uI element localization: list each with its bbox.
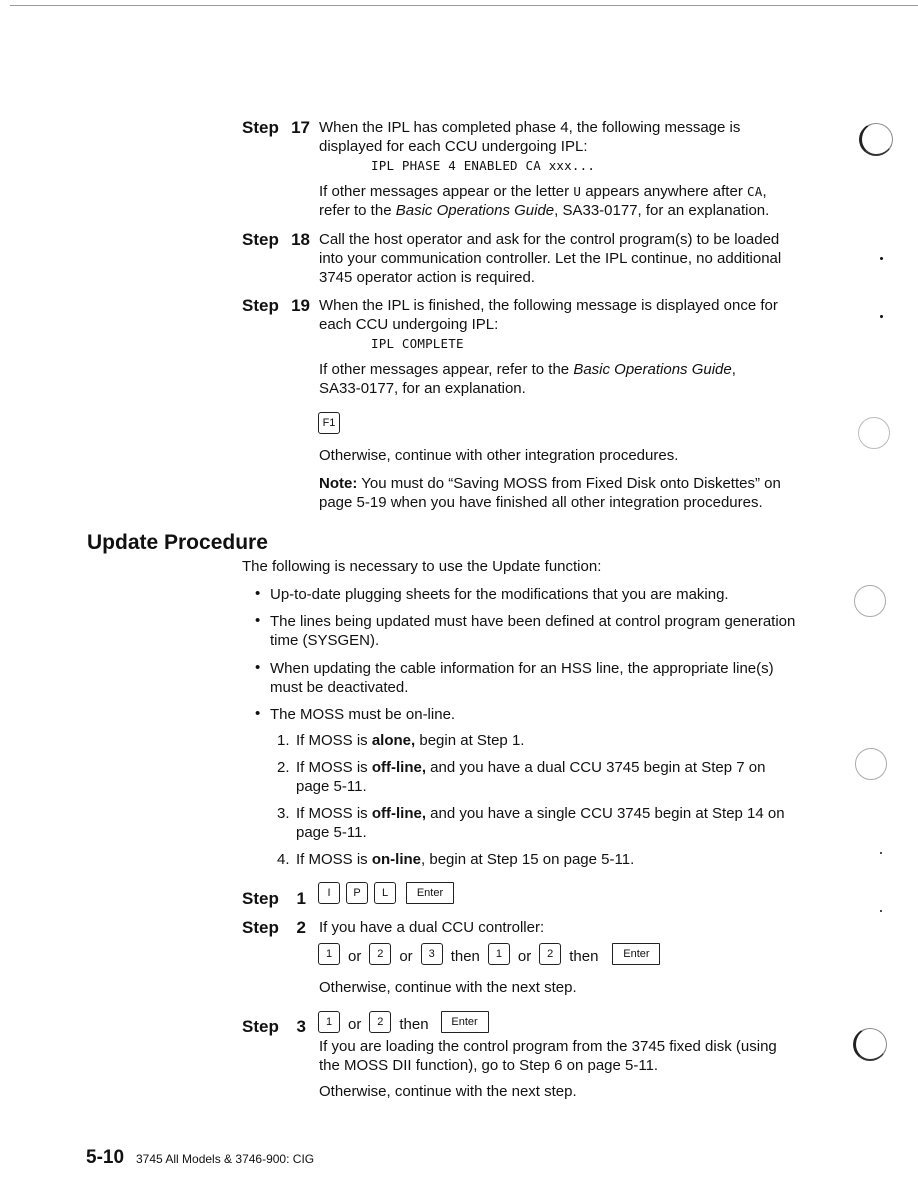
keycap: L xyxy=(374,882,396,904)
keycap: P xyxy=(346,882,368,904)
bullet-text: The lines being updated must have been d… xyxy=(270,613,796,649)
numbered-item: If MOSS is on-line, begin at Step 15 on … xyxy=(296,851,635,868)
doc-reference: Basic Operations Guide xyxy=(395,202,555,219)
otherwise-text: Otherwise, continue with the next step. xyxy=(319,979,577,996)
step-number: 17 xyxy=(291,118,310,137)
binder-hole-icon xyxy=(853,1028,887,1061)
step-text: Call the host operator and ask for the c… xyxy=(319,231,782,286)
keycap: 3 xyxy=(420,942,443,965)
keycap: 2 xyxy=(369,1010,392,1033)
numbered-item: If MOSS is off-line, and you have a sing… xyxy=(296,805,785,841)
keycap: 2 xyxy=(369,942,392,965)
scan-speck xyxy=(880,315,883,318)
bullet-item: • xyxy=(255,659,261,676)
step-followup: If other messages appear, refer to the B… xyxy=(319,361,736,397)
keycap: F1 xyxy=(318,412,340,434)
key-sequence: 1 or 2 then Enter xyxy=(318,1010,489,1033)
numbered-item-num: 1. xyxy=(277,732,290,749)
key-sequence: 1 or 2 or 3 then 1 or 2 then Enter xyxy=(318,942,661,965)
otherwise-text: Otherwise, continue with the next step. xyxy=(319,1083,577,1100)
step-text: When the IPL is finished, the following … xyxy=(319,297,778,333)
keycap-enter: Enter xyxy=(406,882,454,904)
section-heading: Update Procedure xyxy=(87,531,268,554)
keycap-enter: Enter xyxy=(612,942,661,965)
binder-hole-icon xyxy=(858,417,890,449)
scan-speck xyxy=(880,852,882,854)
otherwise-text: Otherwise, continue with other integrati… xyxy=(319,447,679,464)
doc-reference: Basic Operations Guide xyxy=(573,361,732,378)
numbered-item: If MOSS is alone, begin at Step 1. xyxy=(296,732,525,749)
bullet-text: Up-to-date plugging sheets for the modif… xyxy=(270,586,729,603)
step-text: If you have a dual CCU controller: xyxy=(319,919,545,936)
bullet-text: When updating the cable information for … xyxy=(270,660,774,696)
note-label: Note: xyxy=(319,475,358,492)
numbered-item-num: 3. xyxy=(277,805,290,822)
step-label: Step xyxy=(242,918,279,937)
keycap: 2 xyxy=(539,942,562,965)
binder-hole-icon xyxy=(854,585,886,617)
keycap: I xyxy=(318,882,340,904)
scan-speck xyxy=(880,257,883,260)
note: Note: You must do “Saving MOSS from Fixe… xyxy=(319,475,781,511)
step-number: 18 xyxy=(291,230,310,249)
page-number: 5-10 xyxy=(86,1147,125,1168)
bullet-item: • xyxy=(255,705,261,722)
key-f1: F1 xyxy=(318,412,340,434)
step-number: 19 xyxy=(291,296,310,315)
step-label: Step xyxy=(242,1017,279,1036)
keycap-enter: Enter xyxy=(440,1010,489,1033)
key-sequence: I P L Enter xyxy=(318,882,454,904)
bullet-text: The MOSS must be on-line. xyxy=(270,706,456,723)
step-label: Step xyxy=(242,118,279,137)
bullet-item: • xyxy=(255,612,261,629)
binder-hole-icon xyxy=(855,748,887,780)
top-rule xyxy=(10,5,918,6)
bullet-item: • xyxy=(255,585,261,602)
step-number: 3 xyxy=(296,1017,306,1036)
numbered-item: If MOSS is off-line, and you have a dual… xyxy=(296,759,766,795)
scan-speck xyxy=(880,910,882,912)
step-number: 2 xyxy=(296,918,306,937)
numbered-item-num: 2. xyxy=(277,759,290,776)
step-text: If you are loading the control program f… xyxy=(319,1038,777,1074)
system-message: IPL COMPLETE xyxy=(371,336,464,351)
numbered-item-num: 4. xyxy=(277,851,290,868)
system-message: IPL PHASE 4 ENABLED CA xxx... xyxy=(371,158,596,173)
binder-hole-icon xyxy=(859,123,893,156)
step-label: Step xyxy=(242,296,279,315)
step-number: 1 xyxy=(296,889,306,908)
step-followup: If other messages appear or the letter U… xyxy=(319,183,770,219)
step-text: When the IPL has completed phase 4, the … xyxy=(319,119,741,155)
intro-text: The following is necessary to use the Up… xyxy=(242,558,602,575)
step-label: Step xyxy=(242,230,279,249)
keycap: 1 xyxy=(318,1010,340,1033)
step-label: Step xyxy=(242,889,279,908)
keycap: 1 xyxy=(487,942,510,965)
running-footer-title: 3745 All Models & 3746-900: CIG xyxy=(136,1152,315,1166)
keycap: 1 xyxy=(318,942,340,965)
